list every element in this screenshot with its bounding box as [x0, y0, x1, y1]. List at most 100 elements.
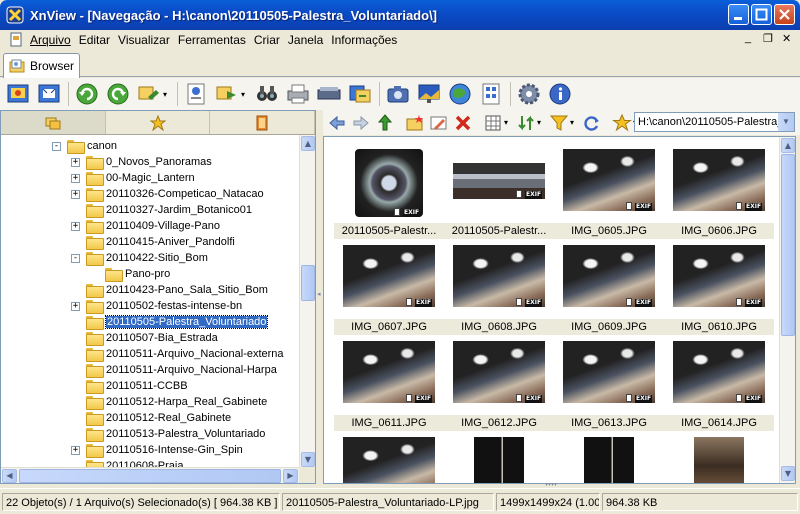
thumbnail-item[interactable]: EXIF IMG_0606.JPG	[664, 145, 774, 239]
favorites-star-icon[interactable]	[611, 113, 633, 133]
thumbnail-view[interactable]: ▲ ▼ EXIF 20110505-Palestr... EXIF 20110505-…	[323, 136, 796, 484]
rotate-right-icon[interactable]	[105, 81, 131, 107]
menu-visualizar[interactable]: Visualizar	[116, 33, 176, 47]
scroll-up-icon[interactable]: ▲	[301, 136, 315, 151]
tree-folder-item[interactable]: +20110516-Intense-Gin_Spin	[71, 442, 243, 458]
tree-folder-item[interactable]: 20110327-Jardim_Botanico01	[71, 202, 252, 218]
tab-categories[interactable]	[210, 111, 316, 134]
tree-folder-item[interactable]: +0_Novos_Panoramas	[71, 154, 212, 170]
parent-folder-icon[interactable]	[375, 113, 395, 133]
search-binoculars-icon[interactable]	[254, 81, 280, 107]
forward-arrow-icon[interactable]	[351, 113, 371, 133]
thumbnail-item[interactable]	[334, 433, 444, 483]
sort-dropdown-icon[interactable]: ▾	[537, 118, 545, 127]
thumbnail-item[interactable]: EXIF IMG_0605.JPG	[554, 145, 664, 239]
thumbnail-item[interactable]: EXIF IMG_0611.JPG	[334, 337, 444, 431]
filter-dropdown-icon[interactable]: ▾	[570, 118, 578, 127]
xnview-logo-icon[interactable]	[6, 6, 24, 24]
tab-favorites[interactable]	[106, 111, 211, 134]
thumbnails-vertical-scrollbar[interactable]: ▲ ▼	[779, 137, 795, 483]
collapse-icon[interactable]: -	[52, 141, 61, 151]
menu-editar[interactable]: Editar	[77, 33, 116, 47]
thumbnail-item[interactable]: EXIF 20110505-Palestr...	[334, 145, 444, 239]
new-folder-icon[interactable]	[405, 113, 425, 133]
expand-icon[interactable]: +	[71, 445, 80, 455]
scroll-left-icon[interactable]: ◀	[2, 469, 17, 483]
tree-folder-item[interactable]: +20110502-festas-intense-bn	[71, 298, 242, 314]
thumbnail-item[interactable]: EXIF IMG_0610.JPG	[664, 241, 774, 335]
tree-horizontal-scrollbar[interactable]: ◀ ▶	[1, 467, 299, 483]
tree-folder-item[interactable]: +00-Magic_Lantern	[71, 170, 195, 186]
filter-icon[interactable]	[549, 113, 569, 133]
tree-folder-item[interactable]: 20110511-Arquivo_Nacional-Harpa	[71, 362, 277, 378]
fullscreen-icon[interactable]	[36, 81, 62, 107]
browse-icon[interactable]	[5, 81, 31, 107]
thumbnail-item[interactable]: EXIF IMG_0612.JPG	[444, 337, 554, 431]
expand-icon[interactable]: +	[71, 173, 80, 183]
tab-folders[interactable]	[1, 111, 106, 134]
expand-icon[interactable]: +	[71, 301, 80, 311]
menu-informacoes[interactable]: Informações	[329, 33, 403, 47]
thumbnail-item[interactable]: EXIF IMG_0613.JPG	[554, 337, 664, 431]
scroll-down-icon[interactable]: ▼	[301, 452, 315, 467]
folder-tree[interactable]: - canon +0_Novos_Panoramas +00-Magic_Lanter…	[1, 135, 299, 469]
document-icon[interactable]	[8, 32, 24, 48]
tree-folder-item[interactable]: Pano-pro	[90, 266, 170, 282]
panel-resize-grip[interactable]: ▾▾▾▾	[545, 481, 575, 488]
thumbnail-item[interactable]	[664, 433, 774, 483]
thumb-scroll-thumb[interactable]	[781, 154, 795, 336]
scroll-thumb[interactable]	[301, 265, 315, 301]
thumbnail-item[interactable]	[444, 433, 554, 483]
tree-folder-item[interactable]: 20110505-Palestra_Voluntariado	[71, 314, 269, 330]
delete-icon[interactable]	[453, 113, 473, 133]
tree-folder-item[interactable]: 20110415-Aniver_Pandolfi	[71, 234, 235, 250]
tree-folder-item[interactable]: +20110326-Competicao_Natacao	[71, 186, 264, 202]
web-icon[interactable]	[447, 81, 473, 107]
tree-folder-item[interactable]: 20110511-Arquivo_Nacional-externa	[71, 346, 284, 362]
slideshow-dropdown-icon[interactable]: ▾	[241, 90, 249, 99]
menu-criar[interactable]: Criar	[252, 33, 286, 47]
camera-icon[interactable]	[385, 81, 411, 107]
tree-folder-item[interactable]: 20110512-Harpa_Real_Gabinete	[71, 394, 267, 410]
address-dropdown-icon[interactable]: ▼	[778, 113, 794, 131]
menu-janela[interactable]: Janela	[286, 33, 329, 47]
collapse-icon[interactable]: -	[71, 253, 80, 263]
rotate-left-icon[interactable]	[74, 81, 100, 107]
view-mode-icon[interactable]	[483, 113, 503, 133]
thumbnail-item[interactable]: EXIF 20110505-Palestr...	[444, 145, 554, 239]
hscroll-thumb[interactable]	[19, 469, 281, 483]
thumbnail-item[interactable]: EXIF IMG_0614.JPG	[664, 337, 774, 431]
address-bar[interactable]: H:\canon\20110505-Palestra_Voluntariado\…	[634, 112, 795, 132]
scroll-right-icon[interactable]: ▶	[283, 469, 298, 483]
scanner-icon[interactable]	[316, 81, 342, 107]
settings-gear-icon[interactable]	[516, 81, 542, 107]
thumb-scroll-up-icon[interactable]: ▲	[781, 138, 795, 153]
menu-ferramentas[interactable]: Ferramentas	[176, 33, 252, 47]
tree-vertical-scrollbar[interactable]: ▲ ▼	[299, 135, 315, 469]
contact-sheet-icon[interactable]	[478, 81, 504, 107]
thumb-scroll-down-icon[interactable]: ▼	[781, 466, 795, 481]
sort-icon[interactable]	[516, 113, 536, 133]
expand-icon[interactable]: +	[71, 221, 80, 231]
convert-icon[interactable]	[136, 81, 162, 107]
tree-folder-item[interactable]: 20110513-Palestra_Voluntariado	[71, 426, 265, 442]
tree-folder-item[interactable]: - 20110422-Sitio_Bom	[71, 250, 208, 266]
print-icon[interactable]	[285, 81, 311, 107]
view-mode-dropdown-icon[interactable]: ▾	[504, 118, 512, 127]
convert-dropdown-icon[interactable]: ▾	[163, 90, 171, 99]
tree-folder-item[interactable]: - canon	[52, 138, 117, 154]
tree-folder-item[interactable]: 20110512-Real_Gabinete	[71, 410, 231, 426]
slideshow-icon[interactable]	[214, 81, 240, 107]
panel-splitter[interactable]: ◂	[316, 110, 323, 484]
mdi-close-icon[interactable]: ✕	[782, 32, 791, 45]
wallpaper-icon[interactable]	[416, 81, 442, 107]
close-button[interactable]	[774, 4, 795, 25]
properties-icon[interactable]	[183, 81, 209, 107]
menu-arquivo[interactable]: Arquivo	[28, 33, 77, 47]
tree-folder-item[interactable]: +20110409-Village-Pano	[71, 218, 220, 234]
mdi-restore-icon[interactable]: ❐	[763, 32, 773, 45]
back-arrow-icon[interactable]	[327, 113, 347, 133]
tree-folder-item[interactable]: 20110507-Bia_Estrada	[71, 330, 218, 346]
expand-icon[interactable]: +	[71, 157, 80, 167]
refresh-icon[interactable]	[582, 113, 602, 133]
